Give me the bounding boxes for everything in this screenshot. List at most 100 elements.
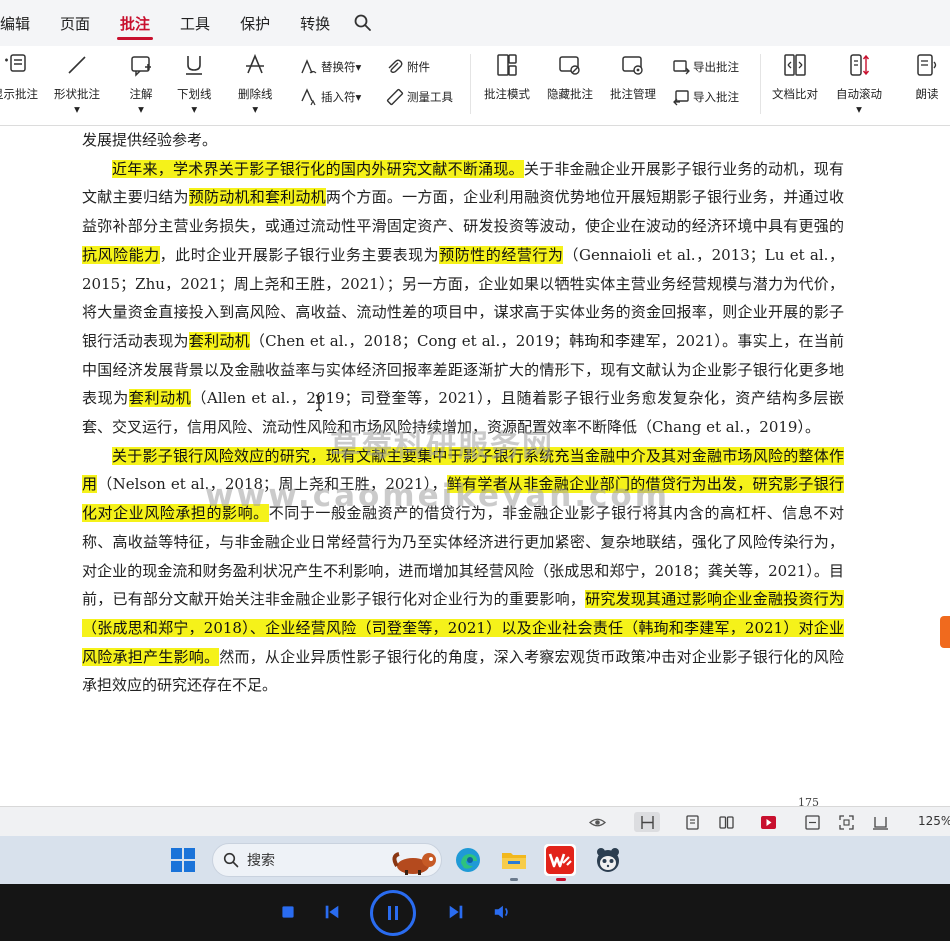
start-button[interactable] bbox=[167, 844, 199, 876]
fit-page-icon bbox=[804, 814, 820, 830]
play-icon bbox=[760, 815, 776, 829]
stop-button[interactable] bbox=[276, 900, 300, 924]
auto-scroll-icon bbox=[850, 54, 870, 76]
play-slideshow-button[interactable] bbox=[756, 812, 780, 832]
watermark-text: 草莓科研服务网 bbox=[330, 429, 554, 464]
fullscreen-button[interactable] bbox=[834, 812, 858, 832]
underline-icon bbox=[186, 56, 203, 75]
strikethrough-button[interactable]: 删除线 ▾ bbox=[238, 52, 273, 116]
import-icon bbox=[673, 90, 689, 106]
fit-width-button[interactable] bbox=[634, 812, 660, 832]
paragraph-0: 发展提供经验参考。 bbox=[82, 131, 218, 149]
taskbar-search-box[interactable]: 搜索 bbox=[212, 843, 442, 877]
comment-mode-button[interactable]: 批注模式 bbox=[484, 52, 530, 102]
comment-list-icon bbox=[5, 54, 26, 72]
measure-tool-button[interactable]: 测量工具 bbox=[386, 88, 453, 106]
hide-comment-icon bbox=[559, 56, 580, 75]
edge-browser-button[interactable] bbox=[452, 844, 484, 876]
side-panel-tab[interactable] bbox=[940, 616, 950, 648]
export-icon bbox=[673, 60, 690, 75]
zoom-level[interactable]: 125% bbox=[918, 814, 950, 828]
running-indicator bbox=[510, 878, 518, 881]
panda-app-button[interactable] bbox=[592, 844, 624, 876]
volume-button[interactable] bbox=[490, 900, 514, 924]
pause-button[interactable] bbox=[370, 890, 416, 936]
show-comments-button[interactable]: 显示批注 bbox=[0, 52, 38, 102]
wps-logo-icon bbox=[546, 846, 574, 874]
highlighted-text: 预防性的经营行为 bbox=[439, 245, 564, 264]
watermark-url: www.caomeikeyan.com bbox=[205, 478, 671, 514]
shape-comment-button[interactable]: 形状批注 ▾ bbox=[54, 52, 100, 116]
export-comments-button[interactable]: 导出批注 bbox=[672, 58, 739, 76]
ribbon-toolbar: 显示批注 形状批注 ▾ 注解 ▾ 下划线 ▾ 删除线 ▾ 替换符 ▾ 插入符 ▾… bbox=[0, 46, 950, 126]
windows-logo-icon bbox=[171, 848, 195, 872]
folder-icon bbox=[502, 853, 526, 869]
manage-comments-button[interactable]: 批注管理 bbox=[610, 52, 656, 102]
skip-previous-icon bbox=[325, 905, 339, 919]
document-view[interactable]: 发展提供经验参考。 近年来，学术界关于影子银行化的国内外研究文献不断涌现。关于非… bbox=[0, 126, 950, 806]
stop-icon bbox=[282, 906, 294, 918]
single-page-icon bbox=[685, 814, 699, 830]
search-icon bbox=[223, 852, 239, 868]
file-explorer-button[interactable] bbox=[498, 844, 530, 876]
menu-protect[interactable]: 保护 bbox=[225, 0, 285, 46]
double-page-button[interactable] bbox=[714, 812, 738, 832]
highlighted-text: 抗风险能力 bbox=[82, 245, 160, 264]
fit-width-icon bbox=[640, 815, 654, 829]
compare-icon bbox=[784, 54, 806, 76]
highlighted-text: 预防动机和套利动机 bbox=[188, 188, 326, 207]
menu-page[interactable]: 页面 bbox=[45, 0, 105, 46]
underline-button[interactable]: 下划线 ▾ bbox=[177, 52, 212, 116]
manage-comment-icon bbox=[622, 56, 643, 75]
menu-comment[interactable]: 批注 bbox=[105, 0, 165, 46]
attachment-button[interactable]: 附件 bbox=[386, 58, 430, 76]
view-mode-button[interactable] bbox=[582, 812, 612, 832]
annotate-button[interactable]: 注解 ▾ bbox=[128, 52, 154, 116]
hide-comments-button[interactable]: 隐藏批注 bbox=[547, 52, 593, 102]
text-cursor-icon bbox=[315, 394, 323, 412]
read-aloud-button[interactable]: 朗读 bbox=[914, 52, 940, 102]
auto-scroll-button[interactable]: 自动滚动 ▾ bbox=[836, 52, 882, 116]
panda-app-icon bbox=[597, 848, 619, 872]
insert-mark-icon bbox=[301, 88, 316, 106]
strikethrough-icon bbox=[246, 53, 265, 74]
eye-icon bbox=[588, 818, 606, 826]
compare-docs-button[interactable]: 文档比对 bbox=[772, 52, 818, 102]
import-comments-button[interactable]: 导入批注 bbox=[672, 88, 739, 106]
menu-edit[interactable]: 编辑 bbox=[0, 0, 45, 46]
single-page-button[interactable] bbox=[680, 812, 704, 832]
paragraph-1: 近年来，学术界关于影子银行化的国内外研究文献不断涌现。关于非金融企业开展影子银行… bbox=[82, 155, 844, 442]
volume-icon bbox=[494, 905, 508, 919]
replace-mark-icon bbox=[301, 59, 317, 74]
read-aloud-icon bbox=[917, 54, 937, 76]
pause-icon bbox=[388, 906, 398, 920]
red-panda-decoration-icon bbox=[392, 852, 436, 875]
media-player-bar bbox=[0, 884, 950, 941]
edge-icon bbox=[456, 848, 480, 872]
menu-tools[interactable]: 工具 bbox=[165, 0, 225, 46]
menu-bar: 编辑 页面 批注 工具 保护 转换 bbox=[0, 0, 950, 46]
double-page-icon bbox=[718, 815, 734, 829]
highlighted-text: 套利动机 bbox=[128, 389, 192, 408]
text-run: ，此时企业开展影子银行业务主要表现为 bbox=[159, 245, 440, 264]
previous-button[interactable] bbox=[320, 900, 344, 924]
comment-mode-icon bbox=[497, 54, 517, 76]
page-number: 175 bbox=[798, 796, 819, 806]
next-button[interactable] bbox=[444, 900, 468, 924]
search-icon[interactable] bbox=[353, 13, 373, 33]
highlighted-text: 套利动机 bbox=[188, 331, 250, 350]
replace-mark-button[interactable]: 替换符 ▾ bbox=[300, 58, 361, 76]
line-shape-icon bbox=[68, 56, 86, 74]
insert-mark-button[interactable]: 插入符 ▾ bbox=[300, 88, 361, 106]
reading-mode-button[interactable] bbox=[868, 812, 892, 832]
reading-mode-icon bbox=[872, 816, 888, 830]
search-label: 搜索 bbox=[247, 853, 275, 869]
add-note-icon bbox=[131, 56, 151, 77]
skip-next-icon bbox=[449, 905, 463, 919]
fit-page-button[interactable] bbox=[800, 812, 824, 832]
active-app-indicator bbox=[556, 878, 566, 881]
wps-office-button[interactable] bbox=[544, 844, 576, 876]
menu-convert[interactable]: 转换 bbox=[285, 0, 345, 46]
status-bar: 125% bbox=[0, 806, 950, 836]
paperclip-icon bbox=[388, 59, 403, 74]
